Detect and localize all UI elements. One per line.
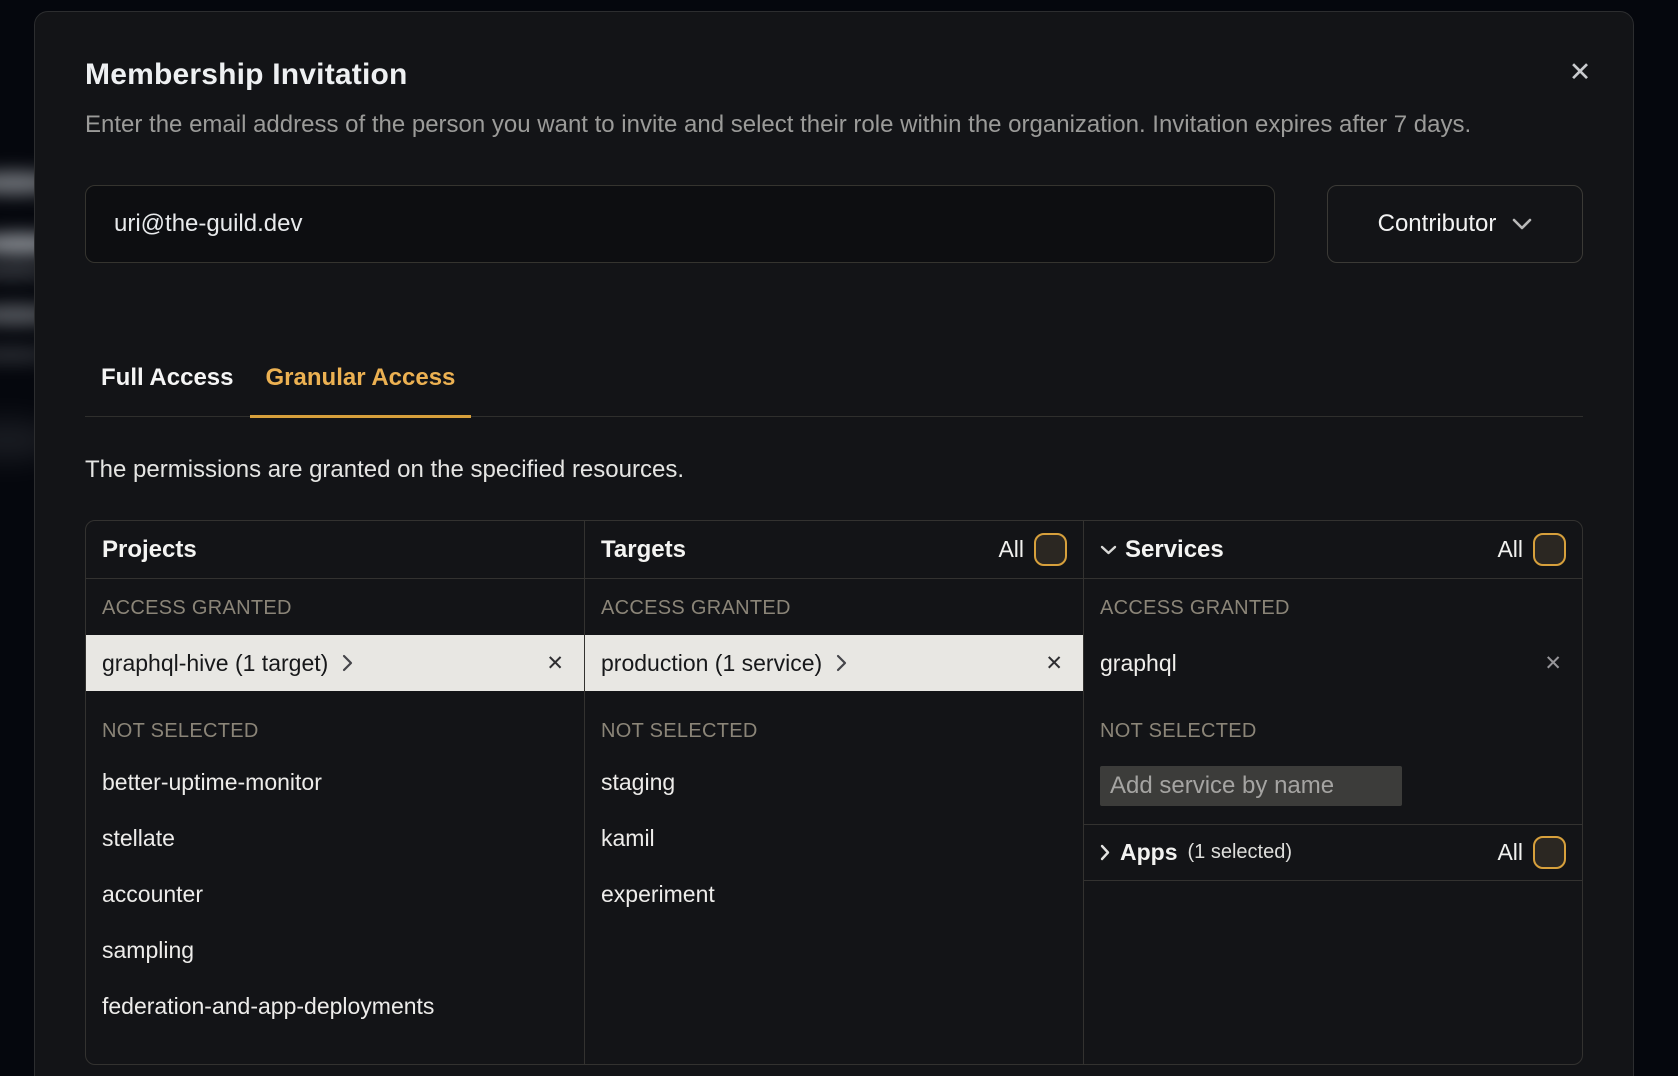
resources-table: Projects ACCESS GRANTED graphql-hive (1 … bbox=[85, 520, 1583, 1065]
chevron-right-icon bbox=[342, 654, 353, 672]
add-service-input[interactable] bbox=[1100, 766, 1402, 806]
remove-target-icon[interactable]: ✕ bbox=[1045, 653, 1063, 674]
targets-header-label: Targets bbox=[601, 536, 686, 564]
targets-not-selected-label: NOT SELECTED bbox=[585, 691, 1083, 754]
apps-select-all: All bbox=[1497, 836, 1566, 869]
apps-label: Apps bbox=[1120, 839, 1178, 866]
project-list-item[interactable]: stellate bbox=[86, 810, 584, 866]
selected-project-name: graphql-hive (1 target) bbox=[102, 650, 328, 677]
targets-access-granted-label: ACCESS GRANTED bbox=[585, 579, 1083, 635]
project-list-item[interactable]: federation-and-app-deployments bbox=[86, 978, 584, 1034]
tab-full-access[interactable]: Full Access bbox=[85, 363, 250, 416]
tab-granular-access[interactable]: Granular Access bbox=[250, 363, 472, 418]
selected-project-row[interactable]: graphql-hive (1 target) ✕ bbox=[86, 635, 584, 691]
chevron-right-icon bbox=[836, 654, 847, 672]
role-dropdown[interactable]: Contributor bbox=[1327, 185, 1583, 263]
projects-column-header: Projects bbox=[86, 521, 584, 579]
dialog-title: Membership Invitation bbox=[85, 58, 1583, 92]
projects-header-label: Projects bbox=[102, 536, 197, 564]
targets-all-checkbox[interactable] bbox=[1034, 533, 1067, 566]
services-header-label: Services bbox=[1125, 536, 1224, 564]
projects-access-granted-label: ACCESS GRANTED bbox=[86, 579, 584, 635]
apps-all-checkbox[interactable] bbox=[1533, 836, 1566, 869]
access-tabs: Full Access Granular Access bbox=[85, 363, 1583, 417]
project-list-item[interactable]: better-uptime-monitor bbox=[86, 754, 584, 810]
target-list-item[interactable]: staging bbox=[585, 754, 1083, 810]
granted-service-name: graphql bbox=[1100, 650, 1177, 677]
targets-column-header: Targets All bbox=[585, 521, 1083, 579]
chevron-down-icon bbox=[1512, 218, 1532, 230]
services-column-header[interactable]: Services All bbox=[1084, 521, 1582, 579]
services-empty-area bbox=[1084, 881, 1582, 1064]
target-list-item[interactable]: kamil bbox=[585, 810, 1083, 866]
selected-target-row[interactable]: production (1 service) ✕ bbox=[585, 635, 1083, 691]
selected-target-name: production (1 service) bbox=[601, 650, 822, 677]
chevron-down-icon bbox=[1100, 545, 1117, 555]
projects-column: Projects ACCESS GRANTED graphql-hive (1 … bbox=[86, 521, 585, 1064]
project-list-item[interactable]: accounter bbox=[86, 866, 584, 922]
targets-column: Targets All ACCESS GRANTED production (1… bbox=[585, 521, 1084, 1064]
target-list-item[interactable]: experiment bbox=[585, 866, 1083, 922]
dialog-description: Enter the email address of the person yo… bbox=[85, 106, 1583, 143]
permissions-note: The permissions are granted on the speci… bbox=[85, 455, 1583, 485]
email-input[interactable] bbox=[85, 185, 1275, 263]
projects-not-selected-label: NOT SELECTED bbox=[86, 691, 584, 754]
services-column: Services All ACCESS GRANTED graphql ✕ NO… bbox=[1084, 521, 1582, 1064]
invite-form-row: Contributor bbox=[85, 185, 1583, 263]
granted-service-row[interactable]: graphql ✕ bbox=[1084, 635, 1582, 691]
targets-all-label: All bbox=[998, 536, 1024, 563]
services-access-granted-label: ACCESS GRANTED bbox=[1084, 579, 1582, 635]
services-all-checkbox[interactable] bbox=[1533, 533, 1566, 566]
services-not-selected-label: NOT SELECTED bbox=[1084, 691, 1582, 754]
project-list-item[interactable]: sampling bbox=[86, 922, 584, 978]
membership-invitation-dialog: ✕ Membership Invitation Enter the email … bbox=[34, 11, 1634, 1076]
services-all-label: All bbox=[1497, 536, 1523, 563]
targets-select-all: All bbox=[998, 533, 1067, 566]
role-dropdown-value: Contributor bbox=[1378, 210, 1497, 238]
apps-all-label: All bbox=[1497, 839, 1523, 866]
chevron-right-icon bbox=[1100, 844, 1110, 861]
remove-project-icon[interactable]: ✕ bbox=[546, 653, 564, 674]
apps-selected-count: (1 selected) bbox=[1188, 841, 1293, 864]
remove-service-icon[interactable]: ✕ bbox=[1544, 653, 1562, 674]
apps-section-row[interactable]: Apps (1 selected) All bbox=[1084, 824, 1582, 881]
services-select-all: All bbox=[1497, 533, 1566, 566]
close-icon[interactable]: ✕ bbox=[1563, 56, 1597, 90]
